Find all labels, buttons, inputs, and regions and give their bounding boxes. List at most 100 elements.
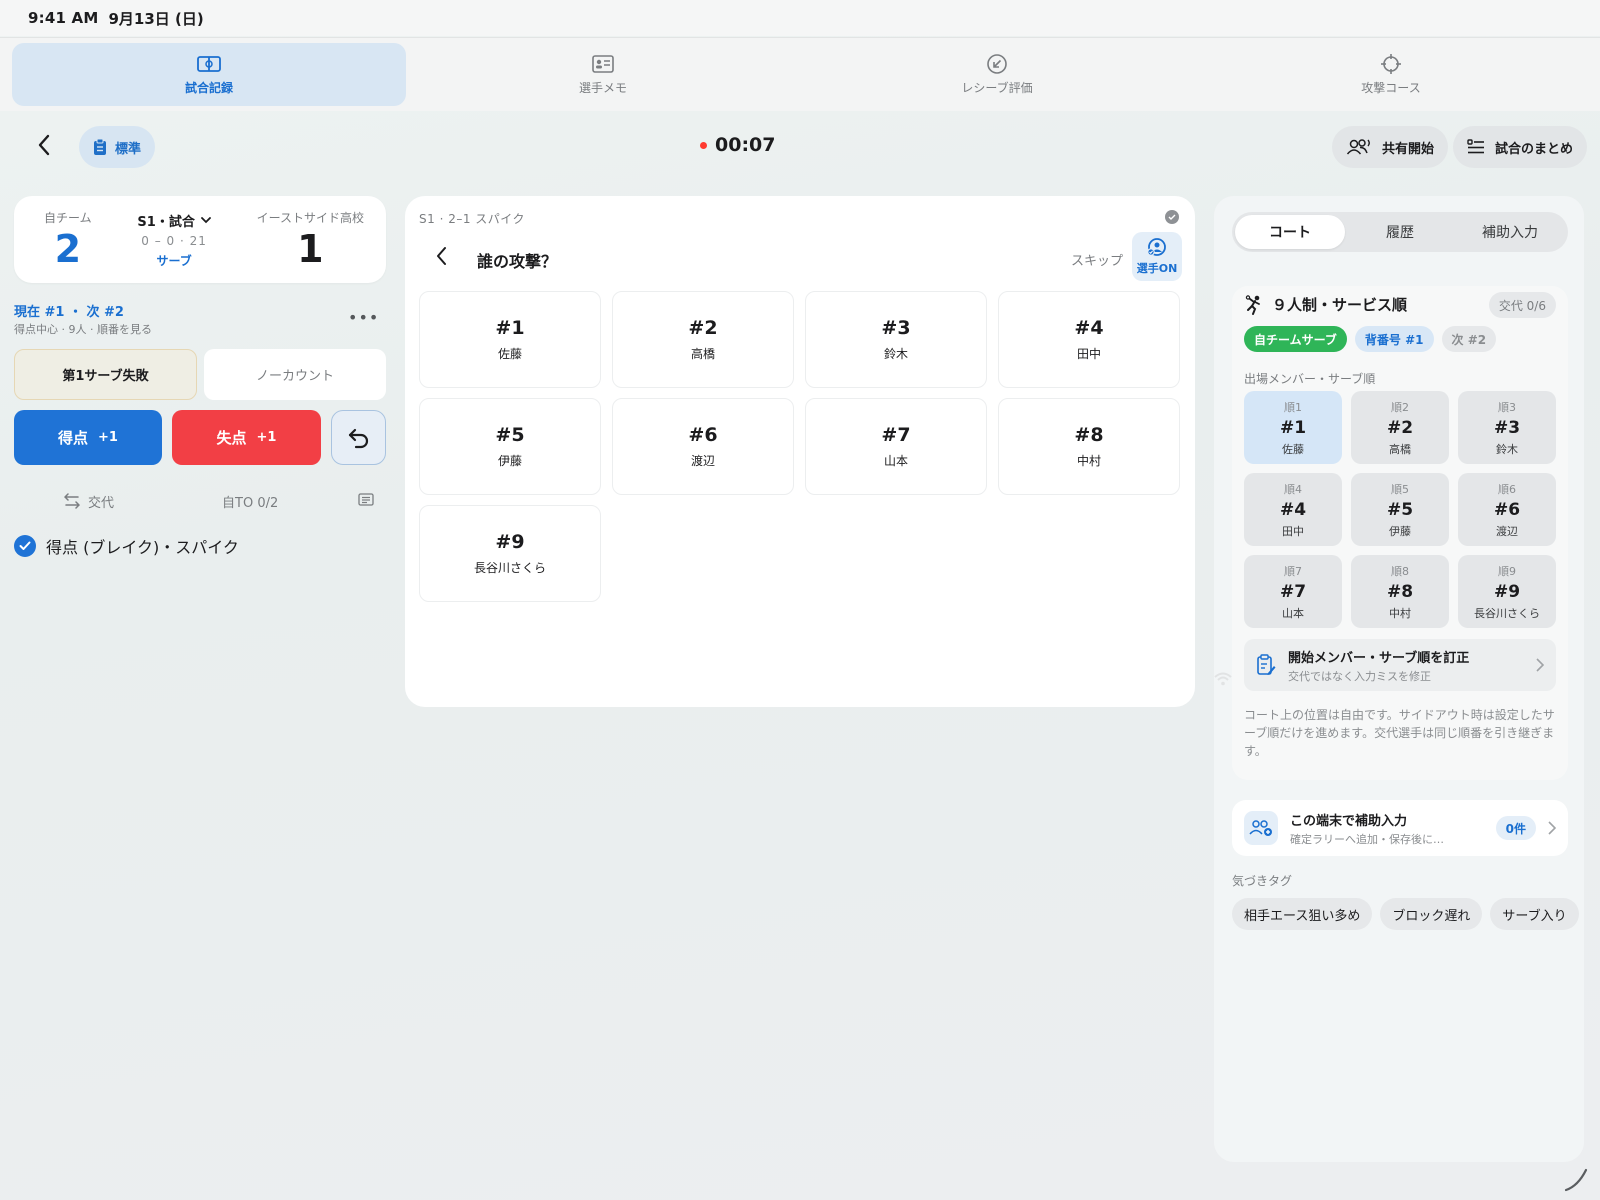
chevron-left-icon: [437, 247, 446, 265]
serve-order-name: 渡辺: [1496, 524, 1518, 538]
assist-count-badge: 0件: [1495, 816, 1536, 840]
player-button[interactable]: #3 鈴木: [805, 291, 987, 388]
player-button[interactable]: #4 田中: [998, 291, 1180, 388]
serve-order-slot[interactable]: 順9 #9 長谷川さくら: [1458, 555, 1556, 628]
assist-title: この端末で補助入力: [1290, 813, 1408, 829]
substitution-button[interactable]: 交代: [64, 492, 114, 511]
opponent-score-value: 1: [297, 227, 324, 271]
serve-order-slot[interactable]: 順7 #7 山本: [1244, 555, 1342, 628]
mode-selector-button[interactable]: 標準: [79, 126, 156, 168]
more-options-icon[interactable]: •••: [348, 308, 379, 327]
fix-lineup-subtitle: 交代ではなく入力ミスを修正: [1288, 669, 1431, 683]
swap-icon: [64, 493, 80, 509]
tab-receive-eval[interactable]: レシーブ評価: [800, 43, 1194, 106]
point-minus-label: 失点: [216, 429, 247, 447]
opponent-score: イーストサイド高校 1: [257, 209, 364, 270]
serve-order-name: 中村: [1389, 606, 1411, 620]
notes-button[interactable]: [358, 492, 374, 510]
back-button[interactable]: [30, 130, 58, 160]
rally-breadcrumb: S1 · 2–1 スパイク: [419, 212, 526, 226]
serve-order-slot[interactable]: 順2 #2 高橋: [1351, 391, 1449, 464]
player-button[interactable]: #6 渡辺: [612, 398, 794, 495]
serve-order-slot[interactable]: 順8 #8 中村: [1351, 555, 1449, 628]
segment-assist-input[interactable]: 補助入力: [1455, 215, 1565, 249]
serve-order-name: 鈴木: [1496, 442, 1518, 456]
player-button[interactable]: #8 中村: [998, 398, 1180, 495]
id-card-icon: [592, 55, 614, 73]
set-info[interactable]: S1・試合 0 – 0 · 21 サーブ: [137, 211, 211, 269]
point-minus-button[interactable]: 失点 +1: [172, 410, 321, 465]
no-count-button[interactable]: ノーカウント: [204, 349, 386, 400]
skip-button[interactable]: スキップ: [1071, 250, 1123, 269]
side-panel: コート 履歴 補助入力 ９人制・サービス順 交代 0/6 自チームサーブ 背番号…: [1214, 196, 1584, 1162]
clipboard-icon: [94, 138, 106, 155]
player-button[interactable]: #5 伊藤: [419, 398, 601, 495]
serve-order-slot[interactable]: 順3 #3 鈴木: [1458, 391, 1556, 464]
serve-order-name: 山本: [1282, 606, 1304, 620]
player-number: #8: [1074, 424, 1104, 446]
player-name: 伊藤: [497, 454, 522, 468]
share-start-button[interactable]: 共有開始: [1332, 126, 1449, 168]
undo-button[interactable]: [331, 410, 386, 465]
serve-order-name: 伊藤: [1389, 524, 1411, 538]
question-back-button[interactable]: [435, 246, 447, 270]
substitution-label: 交代: [88, 495, 115, 511]
serve-order-name: 長谷川さくら: [1474, 606, 1540, 620]
player-button[interactable]: #2 高橋: [612, 291, 794, 388]
undo-icon: [348, 428, 368, 448]
status-date: 9月13日 (日): [108, 9, 204, 28]
side-segmented-control: コート 履歴 補助入力: [1232, 212, 1568, 252]
serve-order-card: ９人制・サービス順 交代 0/6 自チームサーブ 背番号 #1 次 #2 出場メ…: [1232, 286, 1568, 780]
serve-order-name: 佐藤: [1282, 442, 1304, 456]
player-button[interactable]: #1 佐藤: [419, 291, 601, 388]
segment-history[interactable]: 履歴: [1345, 215, 1455, 249]
assist-input-device-button[interactable]: この端末で補助入力 確定ラリーへ追加・保存後に… 0件: [1232, 800, 1568, 856]
serve-order-num: #5: [1386, 499, 1414, 520]
awareness-tag[interactable]: 相手エース狙い多め: [1232, 898, 1373, 930]
tab-label: レシーブ評価: [961, 81, 1033, 95]
tab-attack-course[interactable]: 攻撃コース: [1194, 43, 1588, 106]
my-team-score: 自チーム 2: [44, 209, 92, 270]
rotation-current-link[interactable]: 現在 #1 ・ 次 #2: [14, 301, 124, 320]
player-number: #7: [881, 424, 911, 446]
serve-order-slot[interactable]: 順6 #6 渡辺: [1458, 473, 1556, 546]
segment-court[interactable]: コート: [1235, 215, 1345, 249]
awareness-tag[interactable]: ブロック遅れ: [1380, 898, 1483, 930]
checkmark-icon: [14, 535, 36, 557]
awareness-tag[interactable]: サーブ入り: [1490, 898, 1579, 930]
serve-order-slot[interactable]: 順1 #1 佐藤: [1244, 391, 1342, 464]
my-team-label: 自チーム: [44, 211, 92, 225]
player-on-toggle[interactable]: 選手ON: [1132, 232, 1182, 281]
volleyball-player-icon: [1245, 294, 1260, 315]
status-time: 9:41 AM: [28, 9, 99, 27]
serve-order-name: 田中: [1282, 524, 1304, 538]
serve-order-order: 順3: [1498, 400, 1516, 414]
top-tab-bar: 試合記録 選手メモ レシーブ評価 攻撃コース: [0, 37, 1600, 111]
set-selector[interactable]: S1・試合: [137, 211, 211, 230]
player-button[interactable]: #7 山本: [805, 398, 987, 495]
fix-lineup-button[interactable]: 開始メンバー・サーブ順を訂正 交代ではなく入力ミスを修正: [1244, 639, 1556, 691]
match-summary-button[interactable]: 試合のまとめ: [1453, 126, 1588, 168]
serve-order-order: 順1: [1284, 400, 1302, 414]
receive-icon: [987, 54, 1007, 74]
tab-player-notes[interactable]: 選手メモ: [406, 43, 800, 106]
player-button[interactable]: #9 長谷川さくら: [419, 505, 601, 602]
timeout-button[interactable]: 自TO 0/2: [222, 492, 278, 511]
player-number: #4: [1074, 317, 1104, 339]
serve-order-name: 高橋: [1389, 442, 1411, 456]
serve-order-order: 順7: [1284, 564, 1302, 578]
player-on-label: 選手ON: [1136, 261, 1178, 275]
mode-label: 標準: [115, 141, 142, 157]
tab-label: 攻撃コース: [1361, 81, 1421, 95]
point-plus-button[interactable]: 得点 +1: [14, 410, 162, 465]
first-serve-fault-button[interactable]: 第1サーブ失敗: [14, 349, 197, 400]
serve-order-slot[interactable]: 順5 #5 伊藤: [1351, 473, 1449, 546]
player-name: 中村: [1076, 454, 1101, 468]
serve-status-tags: 自チームサーブ 背番号 #1 次 #2: [1244, 326, 1497, 352]
serve-order-num: #3: [1493, 417, 1521, 438]
serve-order-num: #6: [1493, 499, 1521, 520]
status-bar: 9:41 AM 9月13日 (日): [0, 0, 1600, 1162]
serve-order-slot[interactable]: 順4 #4 田中: [1244, 473, 1342, 546]
tab-match-record[interactable]: 試合記録: [12, 43, 406, 106]
serve-order-num: #8: [1386, 581, 1414, 602]
